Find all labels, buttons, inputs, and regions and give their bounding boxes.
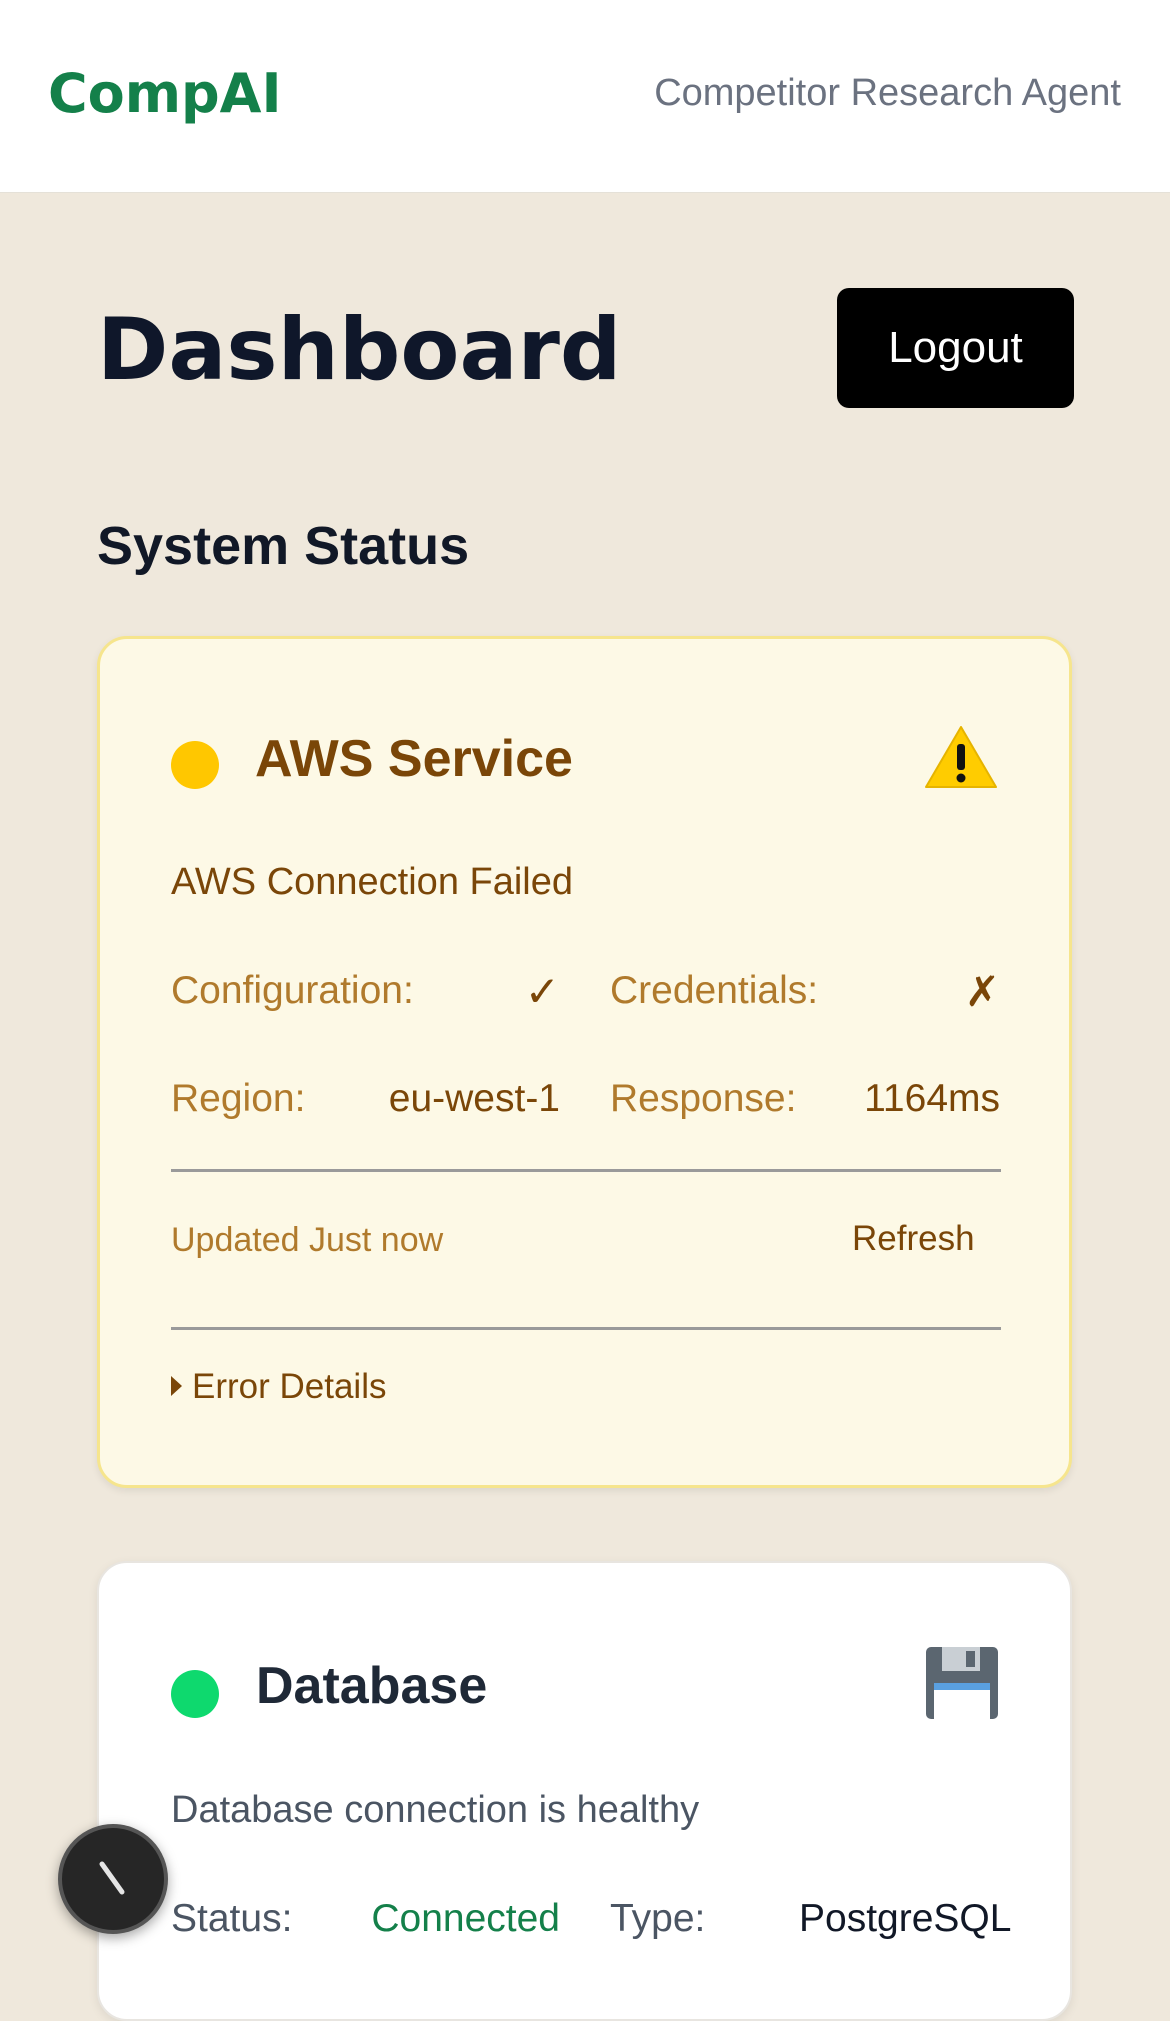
db-status-value: Connected (371, 1897, 560, 1940)
response-value: 1164ms (864, 1077, 1000, 1120)
warning-icon (925, 726, 997, 788)
floppy-disk-icon (926, 1647, 998, 1719)
error-details-toggle[interactable]: Error Details (171, 1367, 386, 1407)
divider (171, 1169, 1001, 1172)
page-title: Dashboard (97, 300, 622, 400)
response-label: Response: (610, 1077, 797, 1120)
database-status-message: Database connection is healthy (171, 1789, 700, 1831)
error-details-label: Error Details (192, 1367, 387, 1406)
logout-button[interactable]: Logout (837, 288, 1074, 408)
database-card-title: Database (256, 1657, 488, 1715)
slash-icon (99, 1861, 125, 1895)
caret-right-icon (171, 1375, 182, 1396)
db-status-label: Status: (171, 1897, 293, 1940)
refresh-button[interactable]: Refresh (852, 1219, 975, 1259)
aws-card-title: AWS Service (255, 730, 573, 788)
floating-action-button[interactable] (58, 1824, 168, 1934)
db-type-label: Type: (610, 1897, 706, 1940)
region-label: Region: (171, 1077, 306, 1120)
section-title-system-status: System Status (97, 516, 470, 576)
credentials-label: Credentials: (610, 969, 819, 1012)
configuration-label: Configuration: (171, 969, 414, 1012)
brand-logo[interactable]: CompAI (48, 62, 282, 125)
divider (171, 1327, 1001, 1330)
aws-service-card: AWS Service AWS Connection Failed Config… (97, 636, 1072, 1488)
updated-timestamp: Updated Just now (171, 1221, 444, 1259)
credentials-value: ✗ (964, 968, 1000, 1015)
status-dot-warning (171, 741, 219, 789)
status-dot-healthy (171, 1670, 219, 1718)
top-bar: CompAI Competitor Research Agent (0, 0, 1170, 193)
db-type-value: PostgreSQL (799, 1897, 1012, 1940)
brand-tagline: Competitor Research Agent (654, 72, 1121, 114)
database-card: Database Database connection is healthy … (97, 1561, 1072, 2021)
configuration-value: ✓ (524, 968, 560, 1015)
aws-status-message: AWS Connection Failed (171, 861, 574, 903)
region-value: eu-west-1 (388, 1077, 560, 1120)
